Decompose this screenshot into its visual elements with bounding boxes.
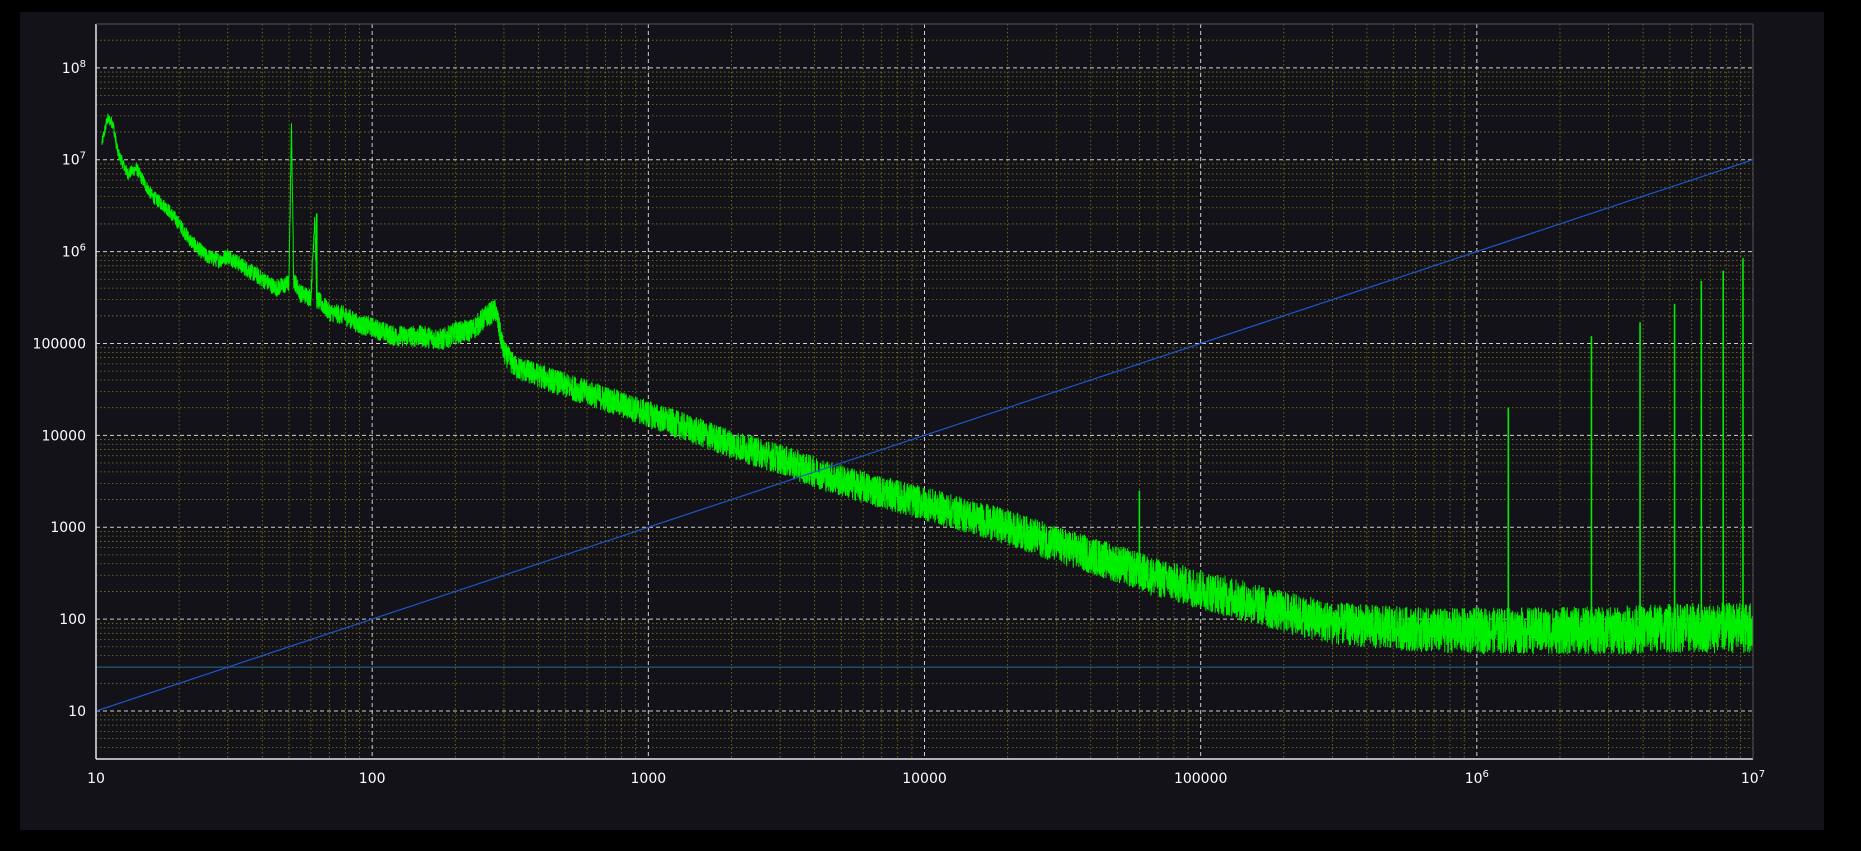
- y-tick-label: 107: [62, 151, 86, 169]
- y-tick-label: 10: [68, 704, 86, 720]
- y-tick-label: 10000: [41, 428, 86, 444]
- x-tick-label: 106: [1465, 769, 1489, 787]
- x-tick-label: 107: [1741, 769, 1765, 787]
- x-tick-label: 100: [359, 771, 386, 787]
- x-tick-label: 10000: [902, 771, 947, 787]
- y-tick-label: 100000: [33, 336, 86, 352]
- x-tick-label: 100000: [1174, 771, 1227, 787]
- x-tick-label: 1000: [631, 771, 667, 787]
- x-tick-label: 10: [87, 771, 105, 787]
- y-tick-label: 108: [62, 59, 86, 77]
- y-tick-label: 100: [59, 612, 86, 628]
- y-tick-label: 106: [62, 243, 86, 261]
- y-tick-label: 1000: [50, 520, 86, 536]
- plot-frame: 10 100 1000 10000 100000 106 107 10 100 1000 10000…: [20, 12, 1824, 830]
- spectrum-chart: 10 100 1000 10000 100000 106 107 10 100 1000 10000…: [33, 23, 1765, 787]
